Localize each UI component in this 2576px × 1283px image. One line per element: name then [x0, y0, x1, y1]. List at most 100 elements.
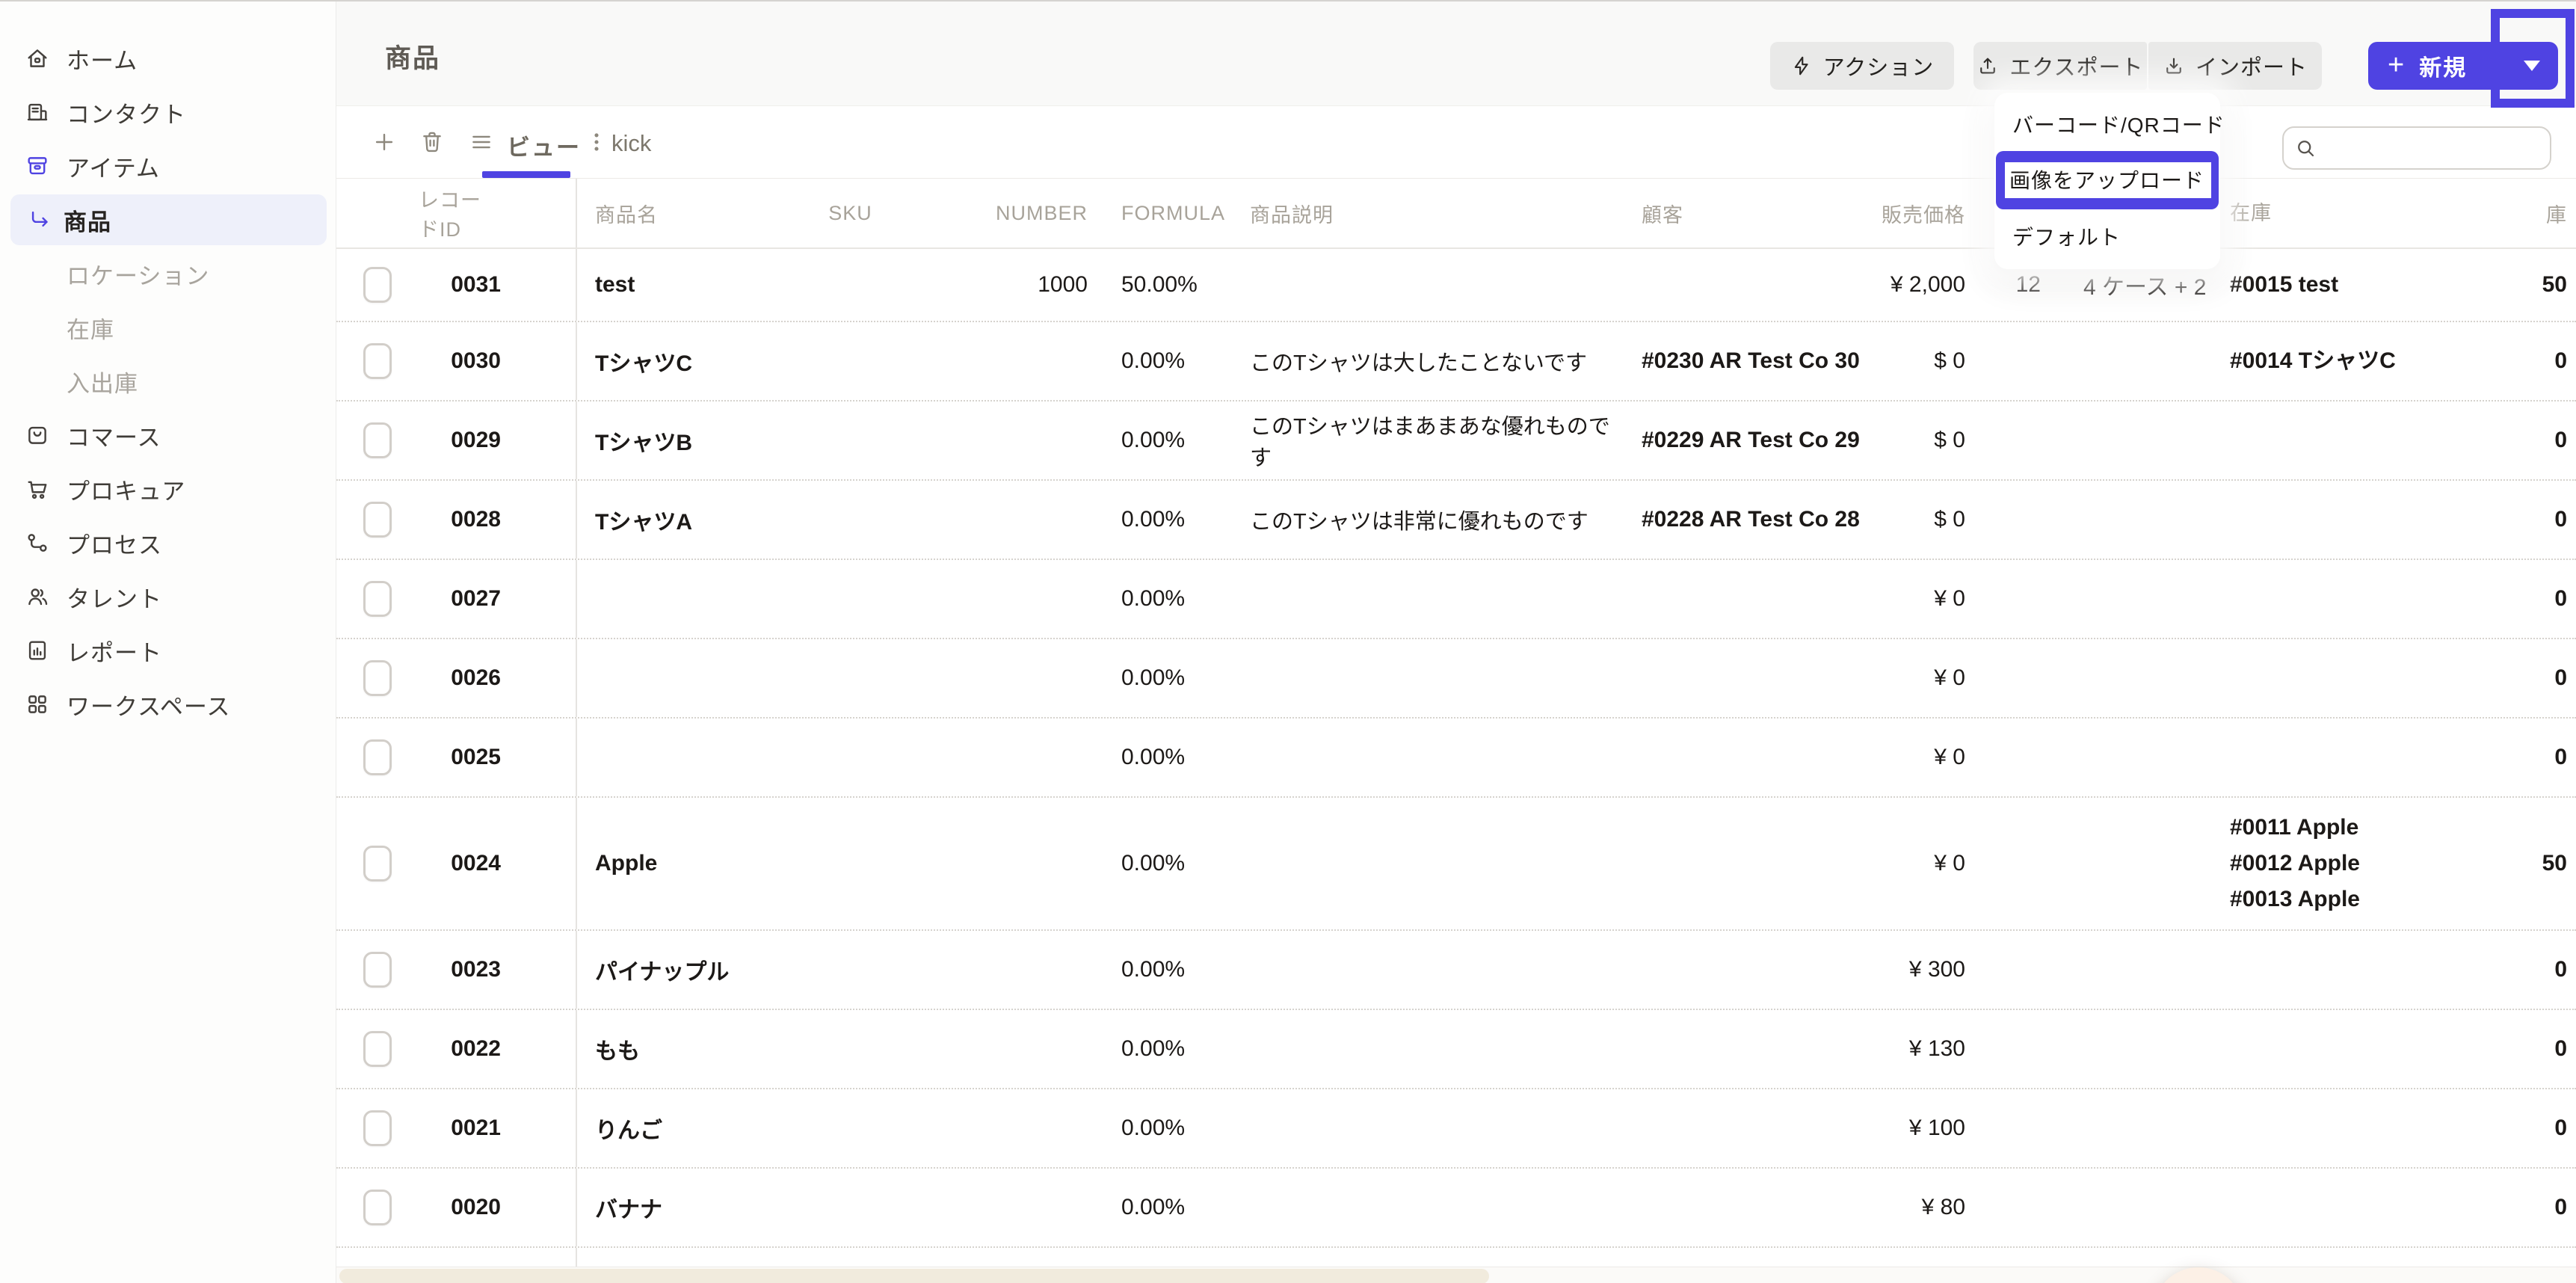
table-row[interactable]: 0028TシャツA0.00%このTシャツは非常に優れものです#0228 AR T… [336, 479, 2576, 559]
new-button[interactable]: + 新規 [2368, 42, 2558, 90]
col-record-id[interactable]: レコードID [419, 179, 576, 247]
cell-sku [800, 931, 901, 1009]
cell-for: 0.00% [1106, 322, 1241, 400]
more-options-button[interactable] [579, 124, 614, 160]
menu-item-upload-image[interactable]: 画像をアップロード [1996, 151, 2219, 209]
add-view-button[interactable] [366, 124, 402, 160]
export-button[interactable]: エクスポート [1973, 42, 2147, 90]
cell-for: 0.00% [1106, 1169, 1241, 1246]
sidebar-item-contacts[interactable]: コンタクト [0, 85, 336, 139]
horizontal-scrollbar-thumb[interactable] [339, 1269, 1489, 1283]
row-checkbox[interactable] [363, 502, 392, 538]
table-row[interactable]: 00260.00%¥ 00 [336, 638, 2576, 717]
stock-link[interactable]: #0012 Apple [2230, 846, 2360, 882]
table-row[interactable]: 0022もも0.00%¥ 1300 [336, 1009, 2576, 1088]
horizontal-scrollbar-track[interactable] [336, 1267, 2576, 1283]
col-stock-count[interactable]: 庫 [2459, 179, 2576, 247]
cell-for: 0.00% [1106, 639, 1241, 717]
cell-desc [1241, 639, 1630, 717]
row-checkbox[interactable] [363, 422, 392, 458]
search-icon [2294, 137, 2317, 159]
row-checkbox[interactable] [363, 1110, 392, 1146]
import-button[interactable]: インポート [2148, 42, 2322, 90]
cell-price [1869, 1248, 1981, 1267]
sidebar-item-locations[interactable]: ロケーション [0, 247, 336, 301]
menu-item-barcode-qrcode[interactable]: バーコード/QRコード [1994, 102, 2220, 147]
sidebar-item-label: 商品 [64, 203, 111, 237]
row-checkbox[interactable] [363, 343, 392, 379]
row-checkbox[interactable] [363, 952, 392, 988]
cell-cust: #0229 AR Test Co 29 [1630, 401, 1869, 479]
cell-sku [800, 1010, 901, 1088]
cell-qty [1981, 719, 2052, 796]
menu-item-default[interactable]: デフォルト [1994, 214, 2220, 259]
cell-price: ¥ 0 [1869, 798, 1981, 929]
sidebar-item-products[interactable]: 商品 [10, 194, 327, 245]
list-view-button[interactable] [463, 124, 499, 160]
search-input[interactable] [2324, 136, 2518, 160]
actions-button[interactable]: アクション [1770, 42, 1954, 90]
table-row[interactable]: 0031test100050.00%¥ 2,000124 ケース + 2#001… [336, 249, 2576, 321]
sidebar-item-procure[interactable]: プロキュア [0, 462, 336, 516]
cell-cust [1630, 639, 1869, 717]
table-row[interactable]: 0021りんご0.00%¥ 1000 [336, 1088, 2576, 1167]
cell-price: ¥ 0 [1869, 639, 1981, 717]
table-row[interactable]: 00250.00%¥ 00 [336, 717, 2576, 796]
sidebar-item-label: タレント [67, 580, 162, 614]
cell-stock [2213, 719, 2459, 796]
table-row[interactable]: 0020バナナ0.00%¥ 800 [336, 1167, 2576, 1246]
cell-stock [2213, 1169, 2459, 1246]
row-checkbox[interactable] [363, 581, 392, 617]
cell-desc [1241, 719, 1630, 796]
workflow-icon [25, 530, 50, 556]
col-price[interactable]: 販売価格 [1869, 179, 1981, 247]
row-checkbox[interactable] [363, 846, 392, 882]
cell-id: 0031 [419, 249, 576, 321]
stock-link[interactable]: #0011 Apple [2230, 810, 2358, 846]
sidebar-item-process[interactable]: プロセス [0, 516, 336, 570]
row-checkbox[interactable] [363, 1031, 392, 1067]
table-row[interactable]: 0029TシャツB0.00%このTシャツはまあまあな優れものです#0229 AR… [336, 400, 2576, 479]
sidebar-item-label: ロケーション [67, 257, 209, 291]
sidebar-item-commerce[interactable]: コマース [0, 408, 336, 462]
table-row[interactable]: 0023パイナップル0.00%¥ 3000 [336, 929, 2576, 1009]
stock-link[interactable]: #0013 Apple [2230, 882, 2360, 917]
row-checkbox[interactable] [363, 267, 392, 303]
col-stock[interactable]: 在庫 [2213, 179, 2459, 247]
delete-button[interactable] [414, 124, 450, 160]
table-row[interactable]: 0024Apple0.00%¥ 0#0011 Apple#0012 Apple#… [336, 796, 2576, 929]
chevron-down-icon[interactable] [2524, 61, 2540, 71]
cell-id: 0023 [419, 931, 576, 1009]
sidebar-item-talent[interactable]: タレント [0, 570, 336, 624]
col-product-name[interactable]: 商品名 [576, 179, 800, 247]
current-view-name[interactable]: kick [611, 130, 651, 157]
col-number[interactable]: NUMBER [901, 179, 1106, 247]
col-description[interactable]: 商品説明 [1241, 179, 1630, 247]
sidebar-item-inventory[interactable]: 在庫 [0, 301, 336, 354]
sidebar-item-home[interactable]: ホーム [0, 31, 336, 85]
cell-qty [1981, 1248, 2052, 1267]
table-row[interactable]: 00270.00%¥ 00 [336, 559, 2576, 638]
row-checkbox[interactable] [363, 660, 392, 696]
cell-num [901, 931, 1106, 1009]
sidebar-item-report[interactable]: レポート [0, 624, 336, 677]
col-sku[interactable]: SKU [800, 179, 901, 247]
table-row[interactable]: 0030TシャツC0.00%このTシャツは大したことないです#0230 AR T… [336, 321, 2576, 400]
row-checkbox[interactable] [363, 739, 392, 775]
tab-view[interactable]: ビュー [507, 129, 581, 162]
cell-desc [1241, 1089, 1630, 1167]
cell-qty [1981, 798, 2052, 929]
col-customer[interactable]: 顧客 [1630, 179, 1869, 247]
stock-link[interactable]: #0015 test [2230, 267, 2338, 303]
sidebar-item-in-out[interactable]: 入出庫 [0, 354, 336, 408]
search-box[interactable] [2282, 126, 2551, 170]
col-formula[interactable]: FORMULA [1106, 179, 1241, 247]
cell-desc [1241, 1248, 1630, 1267]
building-icon [25, 99, 50, 125]
cell-num [901, 798, 1106, 929]
row-checkbox[interactable] [363, 1190, 392, 1225]
cell-num [901, 481, 1106, 559]
sidebar-item-items[interactable]: アイテム [0, 139, 336, 193]
sidebar-item-workspace[interactable]: ワークスペース [0, 677, 336, 731]
stock-link[interactable]: #0014 TシャツC [2230, 343, 2396, 379]
